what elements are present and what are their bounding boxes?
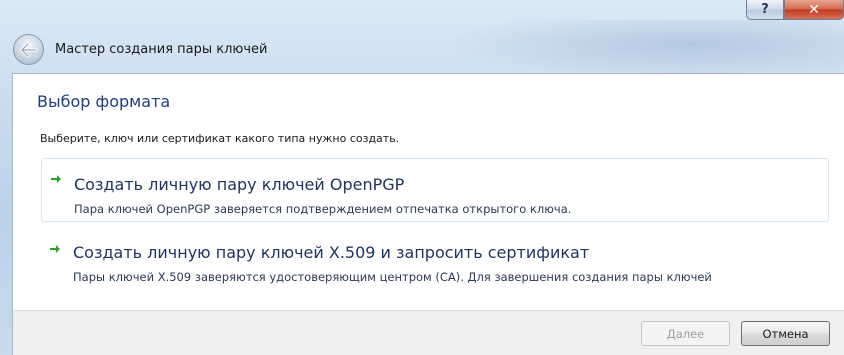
green-arrow-icon [50, 245, 60, 253]
help-button[interactable]: ? [746, 0, 784, 20]
option-description: Пара ключей OpenPGP заверяется подтвержд… [74, 202, 572, 216]
help-label: ? [761, 2, 769, 17]
window-title: Мастер создания пары ключей [55, 42, 268, 57]
wizard-content: Выбор формата Выберите, ключ или сертифи… [12, 73, 844, 310]
button-bar: Далее Отмена [12, 310, 844, 355]
green-arrow-icon [51, 175, 61, 183]
option-title: Создать личную пару ключей X.509 и запро… [73, 243, 590, 262]
page-title: Выбор формата [37, 92, 171, 111]
option-openpgp[interactable]: Создать личную пару ключей OpenPGP Пара … [41, 158, 829, 222]
option-description: Пары ключей X.509 заверяются удостоверяю… [73, 270, 712, 284]
option-title: Создать личную пару ключей OpenPGP [74, 175, 405, 194]
cancel-button[interactable]: Отмена [741, 321, 830, 346]
close-button[interactable]: ✕ [784, 0, 844, 20]
option-x509[interactable]: Создать личную пару ключей X.509 и запро… [41, 229, 829, 293]
next-button[interactable]: Далее [641, 321, 730, 346]
close-icon: ✕ [808, 1, 820, 18]
window-frame: ? ✕ Мастер создания пары ключей Выбор фо… [0, 0, 844, 355]
back-button[interactable] [13, 34, 44, 65]
instruction-text: Выберите, ключ или сертификат какого тип… [40, 132, 400, 145]
back-arrow-icon [20, 42, 37, 57]
